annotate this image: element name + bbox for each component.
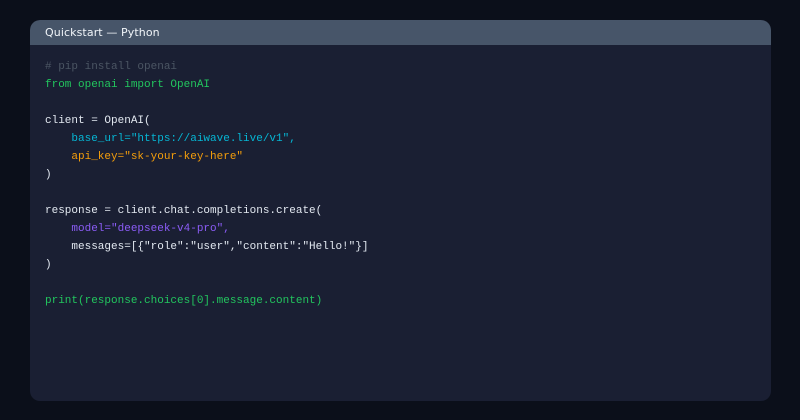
code-panel-header: Quickstart — Python xyxy=(30,20,771,45)
code-panel: Quickstart — Python # pip install openai… xyxy=(30,20,771,401)
code-line-2: from openai import OpenAI xyxy=(45,79,211,91)
code-line-5: base_url="https://aiwave.live/v1", xyxy=(45,133,296,145)
code-line-1: # pip install openai xyxy=(45,61,178,73)
code-line-14: print(response.choices[0].message.conten… xyxy=(45,295,323,307)
code-line-11: messages=[{"role":"user","content":"Hell… xyxy=(45,241,369,253)
code-block[interactable]: # pip install openai from openai import O… xyxy=(45,58,368,310)
code-line-7: ) xyxy=(45,169,52,181)
code-line-12: ) xyxy=(45,259,52,271)
code-line-9: response = client.chat.completions.creat… xyxy=(45,205,323,217)
code-line-4: client = OpenAI( xyxy=(45,115,151,127)
code-panel-title: Quickstart — Python xyxy=(45,26,160,39)
code-line-10: model="deepseek-v4-pro", xyxy=(45,223,230,235)
code-line-6: api_key="sk-your-key-here" xyxy=(45,151,244,163)
